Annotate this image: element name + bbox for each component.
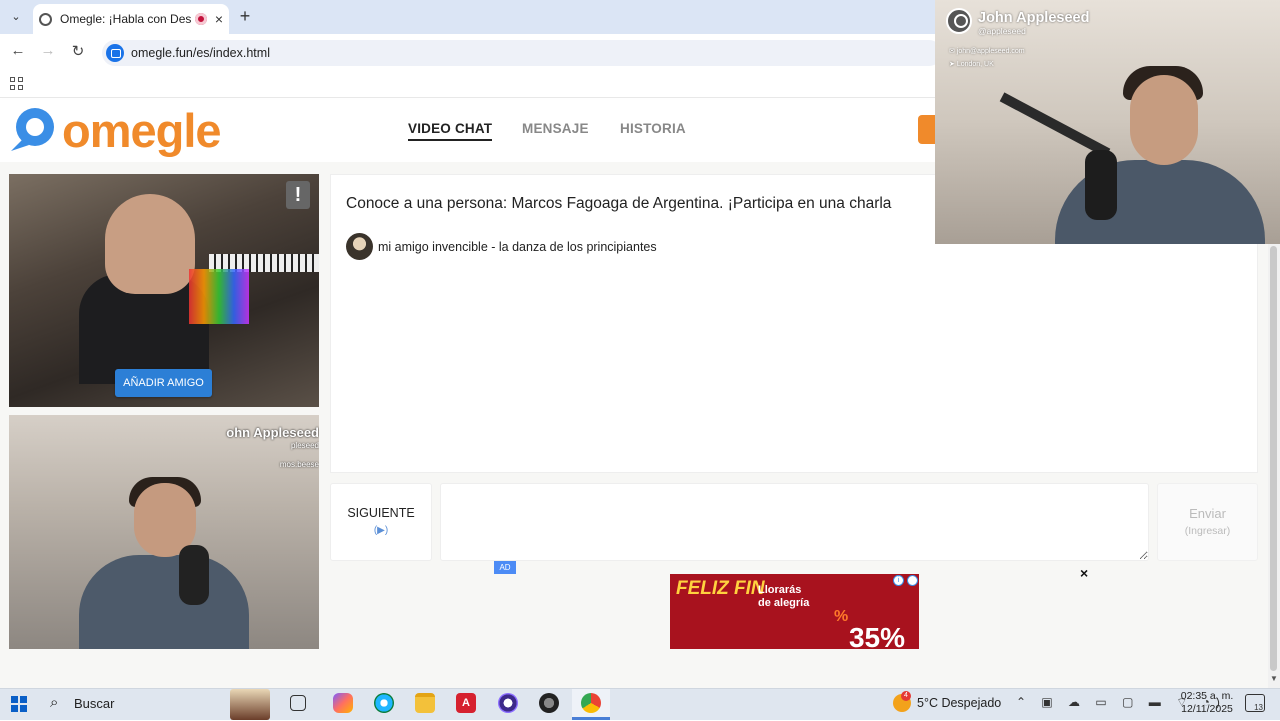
song-text: mi amigo invencible - la danza de los pr…: [378, 240, 657, 254]
taskbar-clock[interactable]: 02:35 a. m. 12/11/2025: [1178, 690, 1236, 716]
recording-icon: [194, 13, 207, 25]
overlay-email: ✉ john@appleseed.com: [949, 48, 1025, 55]
ad-choices-icon[interactable]: [907, 575, 918, 586]
mic-arm-image: [999, 92, 1111, 158]
report-button[interactable]: !: [286, 181, 310, 209]
send-button-label[interactable]: Enviar: [1157, 506, 1258, 521]
message-input[interactable]: [440, 483, 1149, 561]
edge-browser-icon[interactable]: [374, 693, 394, 713]
browser-tab-omegle[interactable]: Omegle: ¡Habla con Descon ×: [33, 4, 229, 34]
clock-date: 12/11/2025: [1181, 703, 1233, 715]
overlay-location: ➤ London, UK: [949, 61, 994, 68]
weather-text[interactable]: 5°C Despejado: [917, 696, 1001, 710]
reload-icon[interactable]: ↻: [69, 42, 87, 60]
overlay-avatar-icon: [946, 8, 972, 34]
mirrored-email: mos.beese: [279, 460, 319, 470]
overlay-microphone: [1085, 150, 1117, 220]
notification-icon[interactable]: 13: [1245, 694, 1265, 712]
ad-banner[interactable]: FELIZ FIN Llorarás de alegría % 35%: [670, 574, 919, 649]
overlay-face: [1130, 75, 1198, 165]
send-shortcut-hint: (Ingresar): [1184, 525, 1231, 537]
ad-tagline-1: Llorarás: [758, 584, 802, 596]
windows-start-icon[interactable]: [11, 696, 27, 712]
mirrored-handle: pleseed: [290, 440, 319, 450]
self-hoodie: [79, 555, 249, 649]
tab-search-chevron-icon[interactable]: ⌄: [6, 8, 26, 26]
ad-tagline-2: de alegría: [758, 597, 810, 610]
ad-tagline: Llorarás de alegría: [758, 584, 809, 610]
next-shortcut-hint: (▶): [373, 525, 389, 536]
overlay-location-text: London, UK: [956, 61, 994, 68]
song-avatar: [346, 233, 373, 260]
tab-close-button[interactable]: ×: [215, 11, 223, 27]
clock-time: 02:35 a. m.: [1180, 690, 1234, 702]
next-button[interactable]: [330, 483, 432, 561]
overlay-email-text: john@appleseed.com: [956, 48, 1025, 55]
apps-grid-icon[interactable]: [10, 77, 23, 90]
obs-icon[interactable]: [498, 693, 518, 713]
task-view-icon[interactable]: [290, 695, 306, 711]
scroll-down-arrow-icon[interactable]: ▼: [1270, 674, 1278, 683]
globe-icon: [39, 12, 52, 26]
back-arrow-icon[interactable]: ←: [9, 42, 27, 59]
next-button-label[interactable]: SIGUIENTE: [330, 506, 432, 520]
chat-intro-text: Conoce a una persona: Marcos Fagoaga de …: [346, 195, 892, 212]
ad-badge: AD: [494, 561, 516, 574]
mirrored-name: ohn Appleseed: [226, 425, 319, 440]
taskbar-search[interactable]: Buscar: [74, 696, 114, 711]
search-icon[interactable]: ⌕: [50, 694, 58, 711]
url-text[interactable]: omegle.fun/es/index.html: [131, 46, 270, 60]
tab-title: Omegle: ¡Habla con Descon: [60, 12, 191, 26]
nav-video-chat[interactable]: VIDEO CHAT: [408, 121, 493, 141]
search-highlight-image[interactable]: [230, 689, 270, 720]
ad-headline: FELIZ FIN: [676, 578, 765, 599]
site-camera-icon[interactable]: [106, 44, 124, 62]
add-friend-button[interactable]: AÑADIR AMIGO: [115, 369, 212, 397]
forward-arrow-icon[interactable]: →: [39, 42, 57, 59]
chrome-icon[interactable]: [581, 693, 601, 713]
ad-discount: 35%: [848, 622, 905, 649]
self-video: ohn Appleseed pleseed mos.beese: [9, 415, 319, 649]
omegle-logo-text[interactable]: omegle: [62, 103, 222, 158]
overlay-name: John Appleseed: [978, 10, 1090, 26]
copilot-icon[interactable]: [333, 693, 353, 713]
omegle-logo-icon[interactable]: [9, 105, 59, 153]
file-explorer-icon[interactable]: [415, 693, 435, 713]
nav-historia[interactable]: HISTORIA: [620, 121, 686, 136]
overlay-handle: @appleseed: [978, 26, 1026, 36]
weather-badge: 4: [901, 691, 911, 701]
webcam-overlay: [935, 0, 1280, 244]
ad-close-button[interactable]: ×: [1080, 565, 1088, 581]
ad-percent-icon: %: [834, 608, 849, 625]
send-button[interactable]: [1157, 483, 1258, 561]
microphone-image: [179, 545, 209, 605]
ad-info-icon[interactable]: i: [893, 575, 904, 586]
autocad-icon[interactable]: A: [456, 693, 476, 713]
launchpad-image: [189, 269, 249, 324]
davinci-resolve-icon[interactable]: [539, 693, 559, 713]
scrollbar-thumb[interactable]: [1270, 246, 1277, 671]
new-tab-button[interactable]: +: [236, 6, 254, 27]
stranger-face: [105, 194, 195, 294]
mirrored-overlay-text: ohn Appleseed pleseed mos.beese: [224, 425, 319, 470]
nav-mensaje[interactable]: MENSAJE: [522, 121, 589, 136]
